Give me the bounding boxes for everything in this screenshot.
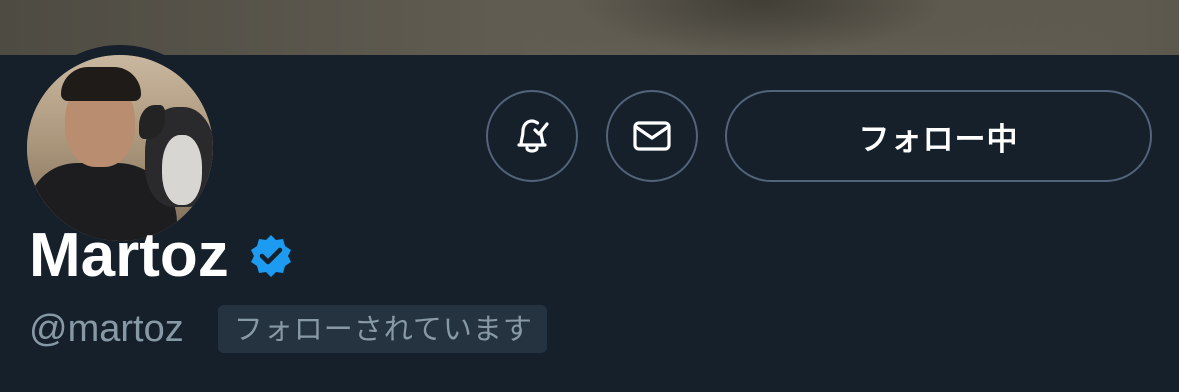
message-button[interactable] [606,90,698,182]
verified-badge-icon [250,235,291,277]
handle-row: @martoz フォローされています [29,305,547,353]
following-button-label: フォロー中 [858,121,1019,158]
display-name: Martoz [29,221,229,290]
bell-check-icon [517,119,549,153]
name-row: Martoz [29,221,295,291]
following-button[interactable]: フォロー中 [725,90,1152,182]
envelope-icon [633,121,671,151]
notifications-button[interactable] [486,90,578,182]
follows-you-badge: フォローされています [217,305,547,353]
avatar-image [27,55,213,241]
user-handle: @martoz [29,308,184,350]
profile-banner[interactable] [0,0,1179,55]
profile-header: フォロー中 Martoz @martoz フォローされています [0,45,1179,392]
